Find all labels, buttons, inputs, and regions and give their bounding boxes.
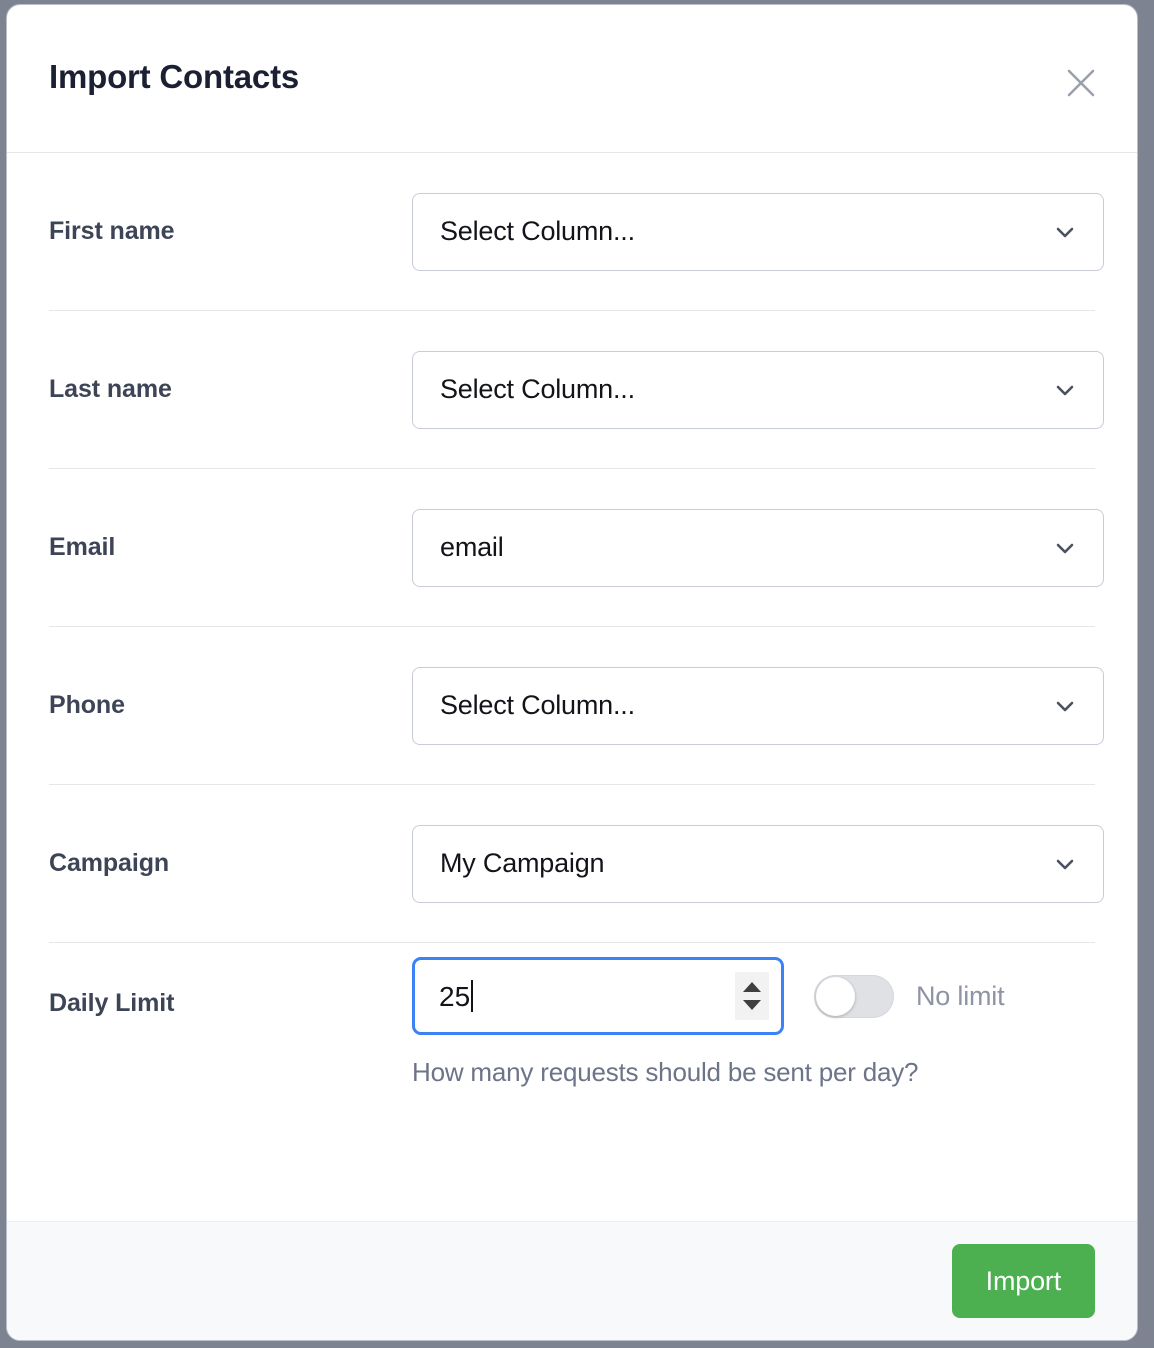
field-control-campaign: My Campaign — [412, 824, 1104, 903]
field-control-first-name: Select Column... — [412, 192, 1104, 271]
chevron-down-icon — [1051, 218, 1079, 246]
select-email[interactable]: email — [412, 508, 1104, 587]
field-label-first-name: First name — [49, 217, 175, 245]
field-row-daily-limit: Daily Limit 25 No limit How many request… — [49, 943, 1095, 1118]
dialog-body: First name Select Column... Last name Se… — [7, 153, 1137, 1221]
import-button[interactable]: Import — [951, 1244, 1095, 1318]
field-row-phone: Phone Select Column... — [49, 627, 1104, 785]
dialog-footer: Import — [7, 1221, 1137, 1340]
no-limit-toggle-group: No limit — [814, 974, 1005, 1018]
spinner-up-icon[interactable] — [743, 982, 761, 992]
select-last-name[interactable]: Select Column... — [412, 350, 1104, 429]
daily-limit-controls: 25 No limit — [412, 957, 1095, 1035]
select-campaign-value: My Campaign — [440, 848, 605, 878]
dialog-header: Import Contacts — [7, 5, 1137, 153]
chevron-down-icon — [1051, 376, 1079, 404]
daily-limit-help-text: How many requests should be sent per day… — [412, 1057, 919, 1087]
select-phone[interactable]: Select Column... — [412, 666, 1104, 745]
no-limit-toggle[interactable] — [814, 974, 894, 1018]
daily-limit-input[interactable]: 25 — [412, 957, 784, 1035]
field-control-phone: Select Column... — [412, 666, 1104, 745]
no-limit-label: No limit — [916, 980, 1005, 1011]
select-campaign[interactable]: My Campaign — [412, 824, 1104, 903]
field-control-daily-limit: 25 No limit How many requests should be … — [412, 957, 1095, 1088]
quantity-stepper[interactable] — [735, 972, 769, 1020]
toggle-knob — [816, 976, 855, 1016]
field-row-first-name: First name Select Column... — [49, 153, 1104, 311]
select-email-value: email — [440, 532, 504, 562]
chevron-down-icon — [1051, 534, 1079, 562]
select-first-name[interactable]: Select Column... — [412, 192, 1104, 271]
field-label-phone: Phone — [49, 691, 125, 719]
import-contacts-dialog: Import Contacts First name Select Column… — [6, 4, 1138, 1341]
select-phone-value: Select Column... — [440, 690, 635, 720]
field-label-last-name: Last name — [49, 375, 172, 403]
field-control-email: email — [412, 508, 1104, 587]
daily-limit-value: 25 — [439, 981, 471, 1012]
chevron-down-icon — [1051, 850, 1079, 878]
field-row-last-name: Last name Select Column... — [49, 311, 1104, 469]
field-row-campaign: Campaign My Campaign — [49, 785, 1104, 943]
close-icon — [1063, 65, 1099, 101]
spinner-down-icon[interactable] — [743, 1000, 761, 1010]
close-button[interactable] — [1059, 61, 1103, 105]
select-last-name-value: Select Column... — [440, 374, 635, 404]
field-label-email: Email — [49, 533, 116, 561]
field-row-email: Email email — [49, 469, 1104, 627]
page-title: Import Contacts — [49, 58, 300, 95]
select-first-name-value: Select Column... — [440, 216, 635, 246]
field-control-last-name: Select Column... — [412, 350, 1104, 429]
field-label-campaign: Campaign — [49, 849, 170, 877]
text-cursor — [471, 980, 474, 1012]
chevron-down-icon — [1051, 692, 1079, 720]
field-label-daily-limit: Daily Limit — [49, 989, 175, 1017]
